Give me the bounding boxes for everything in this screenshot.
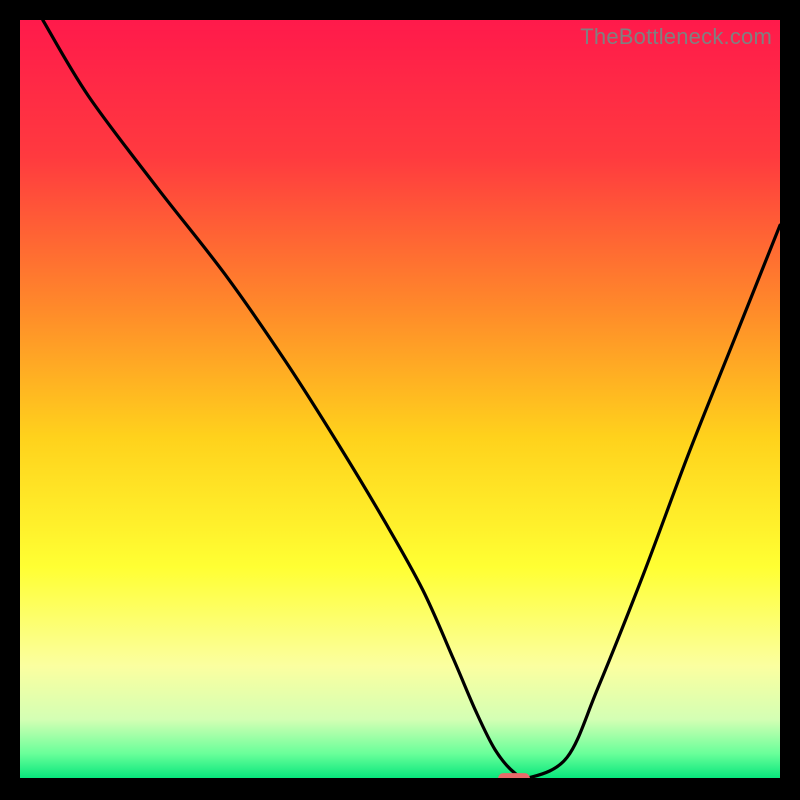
chart-frame: TheBottleneck.com	[20, 20, 780, 780]
chart-svg	[20, 20, 780, 780]
watermark-text: TheBottleneck.com	[580, 24, 772, 50]
gradient-background	[20, 20, 780, 780]
